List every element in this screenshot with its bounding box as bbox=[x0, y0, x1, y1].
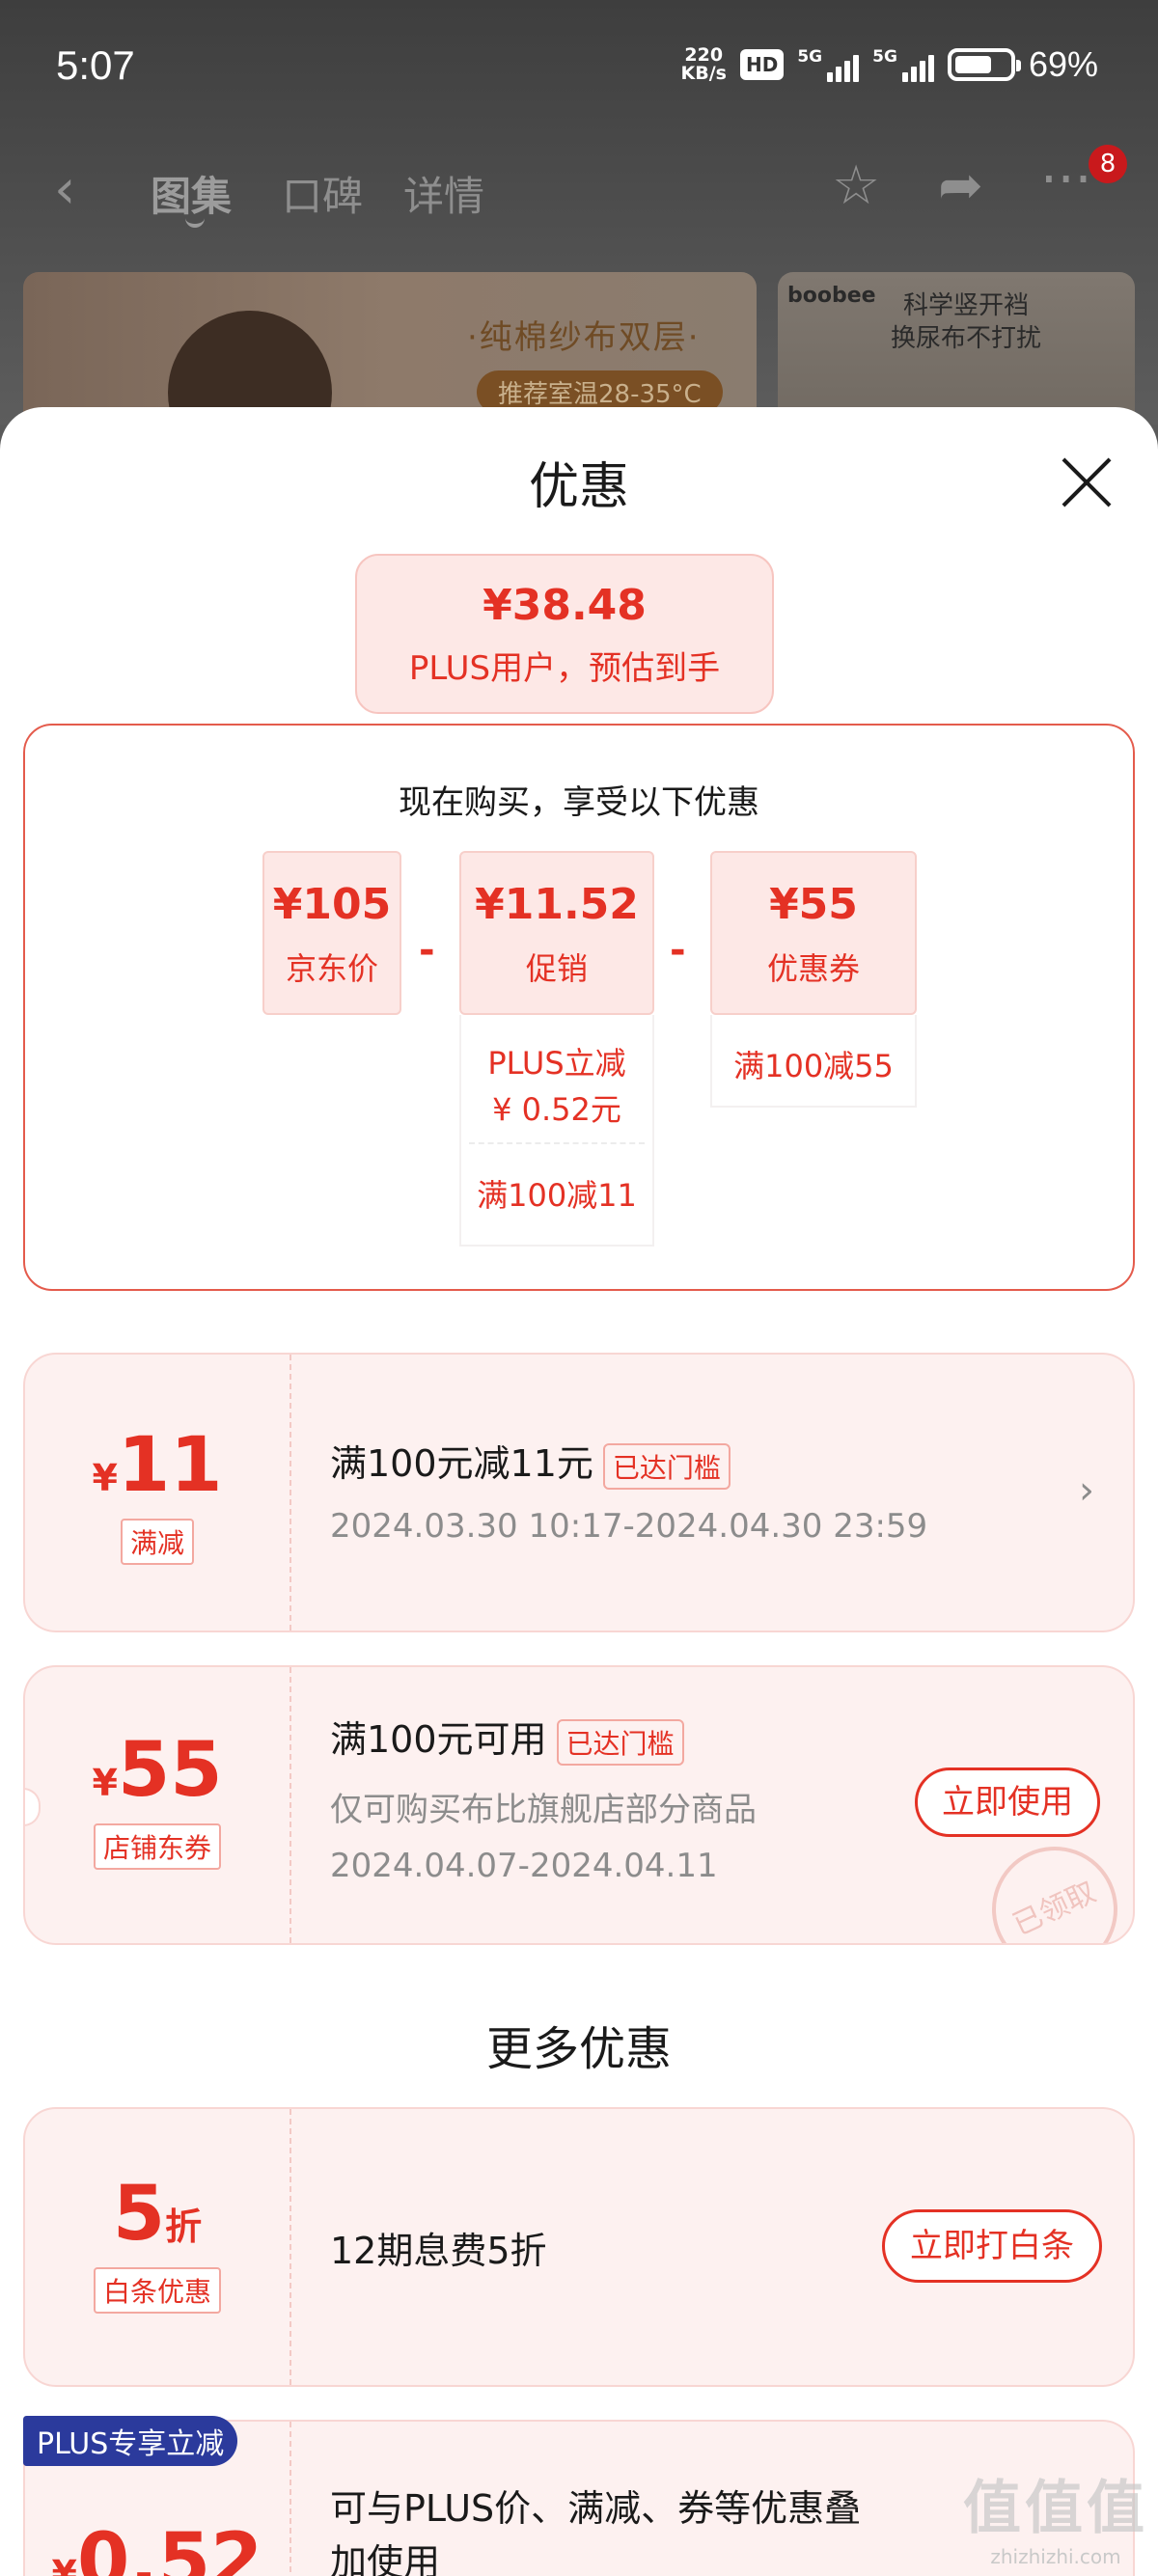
more-discounts-heading: 更多优惠 bbox=[485, 2022, 672, 2076]
hd-voice-icon: HD bbox=[740, 49, 785, 80]
coupon-type-tag: 满减 bbox=[120, 1519, 194, 1565]
coupon-detail: 满100减55 bbox=[710, 1015, 917, 1108]
clock: 5:07 bbox=[56, 42, 135, 88]
product-nav-bar: ‹ 图集 口碑 详情 ☆ ➦ ··· 8 bbox=[0, 145, 1158, 232]
star-icon[interactable]: ☆ bbox=[832, 154, 880, 217]
tab-details[interactable]: 详情 bbox=[403, 164, 484, 223]
coupon-title: 满100元可用 已达门槛 bbox=[330, 1710, 684, 1766]
network-speed: 220 KB/s bbox=[680, 44, 727, 84]
tab-reviews[interactable]: 口碑 bbox=[282, 164, 363, 223]
battery-percent: 69% bbox=[1028, 44, 1098, 84]
coupon-card-full-reduction[interactable]: ¥11 满减 满100元减11元 已达门槛 2024.03.30 10:17-20… bbox=[23, 1353, 1135, 1632]
plus-exclusive-ribbon: PLUS专享立减 bbox=[23, 2416, 238, 2466]
use-now-button[interactable]: 立即使用 bbox=[915, 1768, 1100, 1837]
chevron-right-icon[interactable]: › bbox=[1079, 1468, 1094, 1513]
active-tab-indicator bbox=[185, 218, 205, 228]
banner-text: 科学竖开裆 换尿布不打扰 bbox=[890, 291, 1041, 353]
coupon-value: ¥55 店铺东券 bbox=[25, 1667, 291, 1943]
estimated-price-bubble: ¥38.48 PLUS用户，预估到手 bbox=[355, 554, 774, 714]
minus-sign: - bbox=[419, 928, 435, 973]
threshold-badge: 已达门槛 bbox=[602, 1442, 731, 1490]
coupon-type-tag: 店铺东券 bbox=[93, 1823, 221, 1870]
coupon-value: ¥11 满减 bbox=[25, 1355, 291, 1631]
coupon-period: 2024.03.30 10:17-2024.04.30 23:59 bbox=[330, 1507, 928, 1546]
promotion-details: PLUS立减 ¥ 0.52元 满100减11 bbox=[459, 1015, 654, 1247]
estimated-price: ¥38.48 bbox=[482, 581, 647, 630]
product-page-background: 5:07 220 KB/s HD 5G 5G 69% ‹ 图集 口碑 详情 ☆ … bbox=[0, 0, 1158, 446]
plus-discount-detail: PLUS立减 ¥ 0.52元 bbox=[487, 1045, 626, 1128]
discount-type-tag: 白条优惠 bbox=[93, 2267, 221, 2314]
signal-icon: 5G bbox=[797, 47, 860, 82]
coupon-title: 满100元减11元 已达门槛 bbox=[330, 1434, 731, 1490]
tab-gallery[interactable]: 图集 bbox=[151, 164, 232, 223]
coupon-card-store[interactable]: ¥55 店铺东券 满100元可用 已达门槛 仅可购买布比旗舰店部分商品 2024.… bbox=[23, 1665, 1135, 1945]
discount-title: 12期息费5折 bbox=[330, 2230, 547, 2272]
banner-title: ·纯棉纱布双层· bbox=[467, 318, 701, 357]
notification-badge: 8 bbox=[1089, 145, 1127, 183]
breakdown-heading: 现在购买，享受以下优惠 bbox=[399, 783, 759, 822]
status-bar: 5:07 220 KB/s HD 5G 5G 69% bbox=[0, 0, 1158, 135]
breakdown-promotion: ¥11.52 促销 bbox=[459, 851, 654, 1015]
battery-icon bbox=[947, 48, 1021, 81]
more-icon[interactable]: ··· bbox=[1040, 149, 1091, 211]
use-baitiao-button[interactable]: 立即打白条 bbox=[882, 2209, 1102, 2283]
sheet-title: 优惠 bbox=[528, 458, 629, 516]
breakdown-coupon: ¥55 优惠券 bbox=[710, 851, 917, 1015]
site-watermark: 值值值 zhizhizhi.com bbox=[963, 2475, 1148, 2568]
signal-icon-2: 5G bbox=[872, 47, 934, 82]
baitiao-discount-card[interactable]: 5折 白条优惠 12期息费5折 立即打白条 bbox=[23, 2107, 1135, 2387]
status-icons: 220 KB/s HD 5G 5G 69% bbox=[681, 44, 1098, 85]
discount-value: 5折 白条优惠 bbox=[25, 2109, 291, 2385]
close-icon[interactable] bbox=[1058, 453, 1116, 511]
full-reduction-detail: 满100减11 bbox=[469, 1142, 645, 1216]
brand-logo: boobee bbox=[787, 284, 876, 308]
back-arrow-icon[interactable]: ‹ bbox=[54, 158, 75, 221]
coupon-period: 2024.04.07-2024.04.11 bbox=[330, 1847, 718, 1885]
discount-sheet: 优惠 ¥38.48 PLUS用户，预估到手 现在购买，享受以下优惠 ¥105 京… bbox=[0, 407, 1158, 2576]
minus-sign: - bbox=[670, 928, 686, 973]
threshold-badge: 已达门槛 bbox=[556, 1718, 684, 1766]
discount-title: 可与PLUS价、满减、券等优惠叠 加使用 bbox=[330, 2487, 862, 2576]
price-breakdown: 现在购买，享受以下优惠 ¥105 京东价 - ¥11.52 促销 - ¥55 优… bbox=[23, 724, 1135, 1291]
estimated-price-label: PLUS用户，预估到手 bbox=[408, 649, 721, 688]
claimed-stamp: 已领取 bbox=[971, 1825, 1133, 1943]
breakdown-jd-price: ¥105 京东价 bbox=[262, 851, 401, 1015]
share-icon[interactable]: ➦ bbox=[938, 154, 983, 217]
coupon-description: 仅可购买布比旗舰店部分商品 bbox=[330, 1791, 757, 1829]
